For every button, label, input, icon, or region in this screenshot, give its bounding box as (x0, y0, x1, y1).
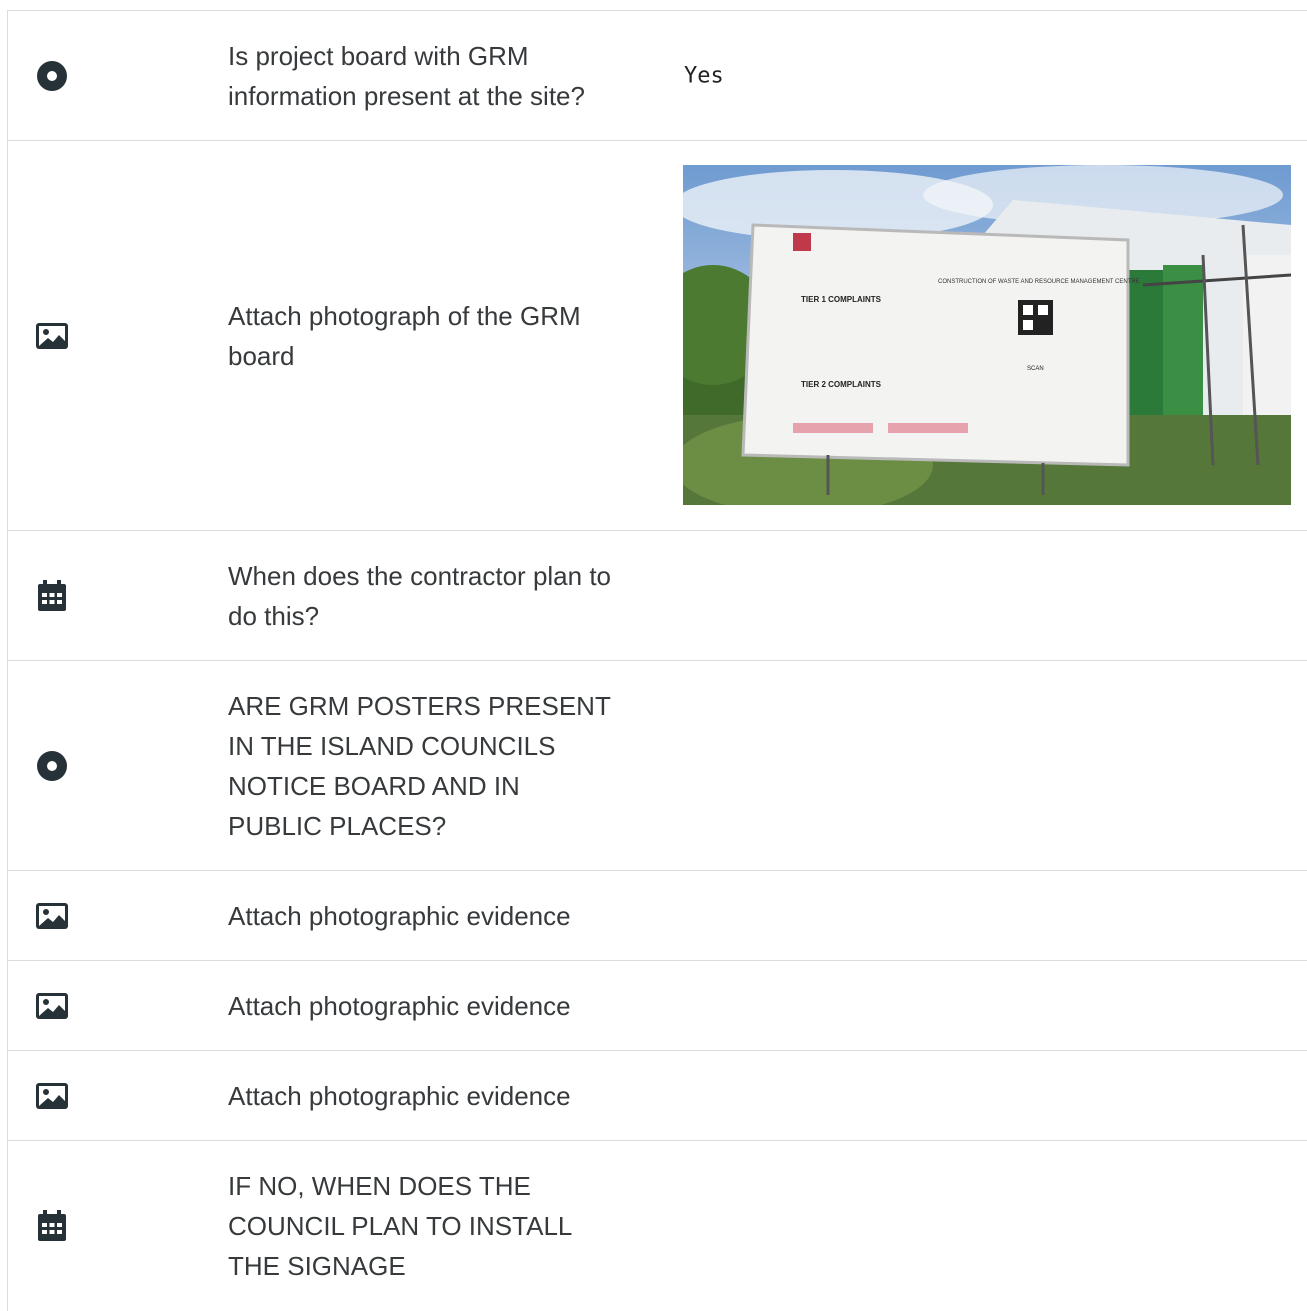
grm-board-photo[interactable]: CONSTRUCTION OF WASTE AND RESOURCE MANAG… (683, 165, 1291, 505)
table-row: Is project board with GRM information pr… (8, 11, 1307, 141)
question-label: When does the contractor plan to do this… (228, 560, 612, 631)
radio-icon (34, 748, 70, 784)
photo-image: CONSTRUCTION OF WASTE AND RESOURCE MANAG… (683, 165, 1291, 505)
table-row: ARE GRM POSTERS PRESENT IN THE ISLAND CO… (8, 661, 1307, 871)
image-icon (34, 988, 70, 1024)
table-row: Attach photographic evidence (8, 1051, 1307, 1141)
table-row: IF NO, WHEN DOES THE COUNCIL PLAN TO INS… (8, 1141, 1307, 1311)
question-label: Is project board with GRM information pr… (228, 40, 585, 111)
question-label: Attach photographic evidence (228, 900, 571, 931)
question-label: IF NO, WHEN DOES THE COUNCIL PLAN TO INS… (228, 1171, 572, 1281)
table-row: Attach photograph of the GRM board CONST… (8, 141, 1307, 531)
svg-text:SCAN: SCAN (1027, 366, 1044, 372)
calendar-icon (34, 578, 70, 614)
answer-value: Yes (684, 63, 724, 88)
calendar-icon (34, 1208, 70, 1244)
question-label: Attach photograph of the GRM board (228, 300, 581, 371)
svg-text:TIER 2 COMPLAINTS: TIER 2 COMPLAINTS (801, 380, 882, 389)
svg-text:TIER 1 COMPLAINTS: TIER 1 COMPLAINTS (801, 295, 882, 304)
question-label: ARE GRM POSTERS PRESENT IN THE ISLAND CO… (228, 690, 611, 841)
image-icon (34, 318, 70, 354)
table-row: Attach photographic evidence (8, 871, 1307, 961)
image-icon (34, 898, 70, 934)
image-icon (34, 1078, 70, 1114)
table-row: Attach photographic evidence (8, 961, 1307, 1051)
question-label: Attach photographic evidence (228, 990, 571, 1021)
svg-text:CONSTRUCTION OF WASTE AND RESO: CONSTRUCTION OF WASTE AND RESOURCE MANAG… (938, 279, 1140, 285)
radio-icon (34, 58, 70, 94)
question-label: Attach photographic evidence (228, 1080, 571, 1111)
submission-table: Is project board with GRM information pr… (7, 10, 1307, 1311)
table-row: When does the contractor plan to do this… (8, 531, 1307, 661)
